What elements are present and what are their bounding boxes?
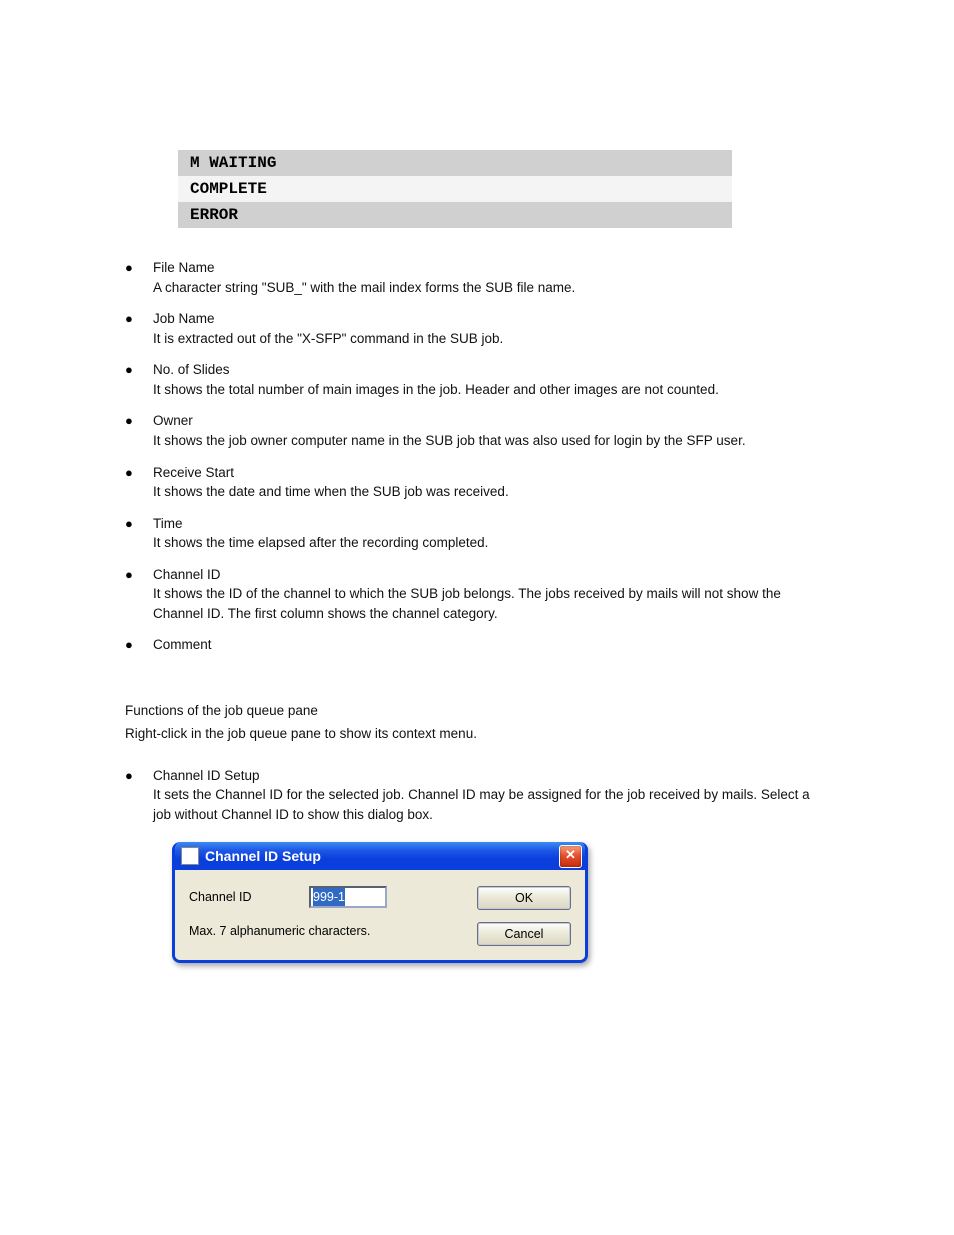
channel-id-label: Channel ID xyxy=(189,888,279,906)
item-body: It shows the job owner computer name in … xyxy=(153,431,815,451)
item-head: Channel ID Setup xyxy=(153,766,815,786)
list-item-jobname: Job Name It is extracted out of the "X-S… xyxy=(125,309,815,348)
item-head: No. of Slides xyxy=(153,360,815,380)
status-label: ERROR xyxy=(178,202,330,228)
status-label: M WAITING xyxy=(178,150,330,176)
item-head: Time xyxy=(153,514,815,534)
list-item-receivestart: Receive Start It shows the date and time… xyxy=(125,463,815,502)
item-head: Channel ID xyxy=(153,565,815,585)
dialog-body: Channel ID 999-1 Max. 7 alphanumeric cha… xyxy=(175,870,585,960)
item-head: File Name xyxy=(153,258,815,278)
item-body: It shows the date and time when the SUB … xyxy=(153,482,815,502)
app-icon xyxy=(181,847,199,865)
channel-id-setup-dialog: Channel ID Setup ✕ Channel ID 999-1 Max.… xyxy=(172,842,588,963)
status-table: M WAITING COMPLETE ERROR xyxy=(178,150,732,228)
field-definitions-list: File Name A character string "SUB_" with… xyxy=(125,258,815,675)
status-row-error: ERROR xyxy=(178,202,732,228)
list-item-slides: No. of Slides It shows the total number … xyxy=(125,360,815,399)
list-item-chid-setup: Channel ID Setup It sets the Channel ID … xyxy=(125,766,815,825)
item-head: Comment xyxy=(153,635,815,655)
list-item-comment: Comment ​ xyxy=(125,635,815,674)
status-row-complete: COMPLETE xyxy=(178,176,732,202)
channel-id-input[interactable]: 999-1 xyxy=(309,886,387,908)
list-item-filename: File Name A character string "SUB_" with… xyxy=(125,258,815,297)
item-head: Owner xyxy=(153,411,815,431)
status-desc xyxy=(330,150,732,176)
status-label: COMPLETE xyxy=(178,176,330,202)
item-body: It shows the time elapsed after the reco… xyxy=(153,533,815,553)
channel-id-value: 999-1 xyxy=(313,888,345,906)
dialog-title: Channel ID Setup xyxy=(205,846,559,866)
item-body: ​ xyxy=(153,655,815,675)
dialog-titlebar: Channel ID Setup ✕ xyxy=(175,842,585,870)
item-body: It sets the Channel ID for the selected … xyxy=(153,785,815,824)
function-items-list: Channel ID Setup It sets the Channel ID … xyxy=(125,766,815,825)
item-body: A character string "SUB_" with the mail … xyxy=(153,278,815,298)
list-item-time: Time It shows the time elapsed after the… xyxy=(125,514,815,553)
channel-id-hint: Max. 7 alphanumeric characters. xyxy=(189,922,467,940)
list-item-owner: Owner It shows the job owner computer na… xyxy=(125,411,815,450)
item-head: Receive Start xyxy=(153,463,815,483)
item-head: Job Name xyxy=(153,309,815,329)
status-row-mwaiting: M WAITING xyxy=(178,150,732,176)
status-desc xyxy=(330,176,732,202)
item-body: It shows the ID of the channel to which … xyxy=(153,584,815,623)
cancel-button[interactable]: Cancel xyxy=(477,922,571,946)
list-item-channelid: Channel ID It shows the ID of the channe… xyxy=(125,565,815,624)
section-body: Right-click in the job queue pane to sho… xyxy=(125,724,815,744)
item-body: It is extracted out of the "X-SFP" comma… xyxy=(153,329,815,349)
section-head: Functions of the job queue pane xyxy=(125,701,815,721)
item-body: It shows the total number of main images… xyxy=(153,380,815,400)
section-functions: Functions of the job queue pane Right-cl… xyxy=(125,701,815,744)
close-icon[interactable]: ✕ xyxy=(559,845,582,868)
status-desc xyxy=(330,202,732,228)
ok-button[interactable]: OK xyxy=(477,886,571,910)
